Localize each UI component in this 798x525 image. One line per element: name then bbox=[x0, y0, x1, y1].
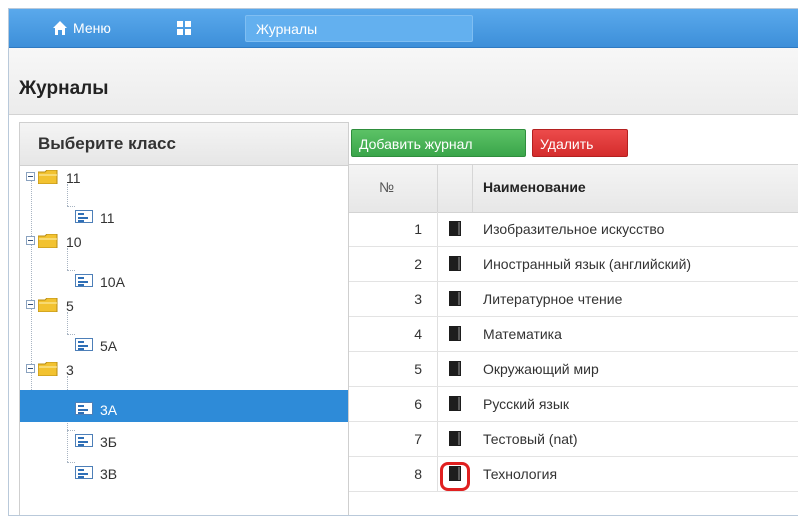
class-icon bbox=[75, 466, 93, 479]
tree-label: 3 bbox=[66, 362, 74, 378]
tree-label: 10А bbox=[100, 274, 125, 290]
tree-item-3a[interactable]: 3А bbox=[20, 390, 348, 422]
tree-item-3v[interactable]: 3В bbox=[20, 454, 348, 486]
journal-book-icon[interactable] bbox=[449, 326, 461, 341]
row-number: 1 bbox=[414, 221, 422, 237]
breadcrumb-journals[interactable]: Журналы bbox=[245, 15, 473, 42]
column-header-number[interactable]: № bbox=[379, 179, 394, 195]
folder-icon bbox=[38, 298, 58, 312]
class-selector-header: Выберите класс bbox=[20, 123, 348, 166]
tree-folder-11[interactable]: 11 bbox=[20, 166, 348, 198]
table-row[interactable]: 4 Математика bbox=[349, 317, 798, 352]
class-tree: 11 11 10 10А 5 5А 3 3А 3Б 3В bbox=[20, 166, 348, 486]
row-number: 4 bbox=[414, 326, 422, 342]
collapse-icon[interactable] bbox=[26, 236, 35, 245]
row-number: 5 bbox=[414, 361, 422, 377]
tree-label: 3В bbox=[100, 466, 118, 482]
tree-item-10a[interactable]: 10А bbox=[20, 262, 348, 294]
class-icon bbox=[75, 274, 93, 287]
journal-book-icon[interactable] bbox=[449, 256, 461, 271]
tree-item-5a[interactable]: 5А bbox=[20, 326, 348, 358]
row-name: Литературное чтение bbox=[483, 291, 623, 307]
journal-book-icon[interactable] bbox=[449, 396, 461, 411]
row-name: Окружающий мир bbox=[483, 361, 599, 377]
tree-folder-3[interactable]: 3 bbox=[20, 358, 348, 390]
tree-label: 11 bbox=[66, 170, 81, 186]
menu-link[interactable]: Меню bbox=[73, 9, 111, 47]
tree-label: 5А bbox=[100, 338, 118, 354]
class-selector-panel: Выберите класс 11 11 10 10А 5 5А 3 3А 3Б… bbox=[19, 122, 349, 515]
table-row[interactable]: 2 Иностранный язык (английский) bbox=[349, 247, 798, 282]
table-row[interactable]: 6 Русский язык bbox=[349, 387, 798, 422]
row-number: 7 bbox=[414, 431, 422, 447]
row-name: Иностранный язык (английский) bbox=[483, 256, 692, 272]
table-row[interactable]: 8 Технология bbox=[349, 457, 798, 492]
highlight-marker bbox=[440, 462, 470, 491]
tree-item-11[interactable]: 11 bbox=[20, 198, 348, 230]
folder-icon bbox=[38, 362, 58, 376]
delete-button[interactable]: Удалить bbox=[532, 129, 628, 157]
row-number: 6 bbox=[414, 396, 422, 412]
row-name: Тестовый (nat) bbox=[483, 431, 578, 447]
row-name: Изобразительное искусство bbox=[483, 221, 665, 237]
row-name: Русский язык bbox=[483, 396, 570, 412]
page-title-bar: Журналы bbox=[9, 48, 798, 115]
tree-label: 5 bbox=[66, 298, 74, 314]
home-icon[interactable] bbox=[52, 20, 68, 36]
row-number: 2 bbox=[414, 256, 422, 272]
column-header-name[interactable]: Наименование bbox=[483, 179, 586, 195]
row-number: 8 bbox=[414, 466, 422, 482]
tree-folder-10[interactable]: 10 bbox=[20, 230, 348, 262]
collapse-icon[interactable] bbox=[26, 364, 35, 373]
add-journal-button[interactable]: Добавить журнал bbox=[351, 129, 526, 157]
tree-label: 3Б bbox=[100, 434, 117, 450]
table-row[interactable]: 5 Окружающий мир bbox=[349, 352, 798, 387]
tree-label: 11 bbox=[100, 210, 115, 226]
journal-book-icon[interactable] bbox=[449, 431, 461, 446]
journal-book-icon[interactable] bbox=[449, 291, 461, 306]
grid-icon[interactable] bbox=[177, 21, 191, 35]
class-icon bbox=[75, 210, 93, 223]
tree-label: 10 bbox=[66, 234, 82, 250]
class-icon bbox=[75, 402, 93, 415]
table-header: № Наименование bbox=[349, 164, 798, 213]
table-row[interactable]: 1 Изобразительное искусство bbox=[349, 212, 798, 247]
page-title: Журналы bbox=[19, 78, 109, 99]
collapse-icon[interactable] bbox=[26, 300, 35, 309]
class-icon bbox=[75, 434, 93, 447]
class-icon bbox=[75, 338, 93, 351]
app-frame: Меню Журналы Журналы Выберите класс 11 1… bbox=[8, 8, 798, 516]
tree-label: 3А bbox=[100, 402, 118, 418]
journal-book-icon[interactable] bbox=[449, 361, 461, 376]
collapse-icon[interactable] bbox=[26, 172, 35, 181]
top-nav-bar: Меню Журналы bbox=[9, 9, 798, 48]
table-row[interactable]: 7 Тестовый (nat) bbox=[349, 422, 798, 457]
row-name: Технология bbox=[483, 466, 558, 482]
folder-icon bbox=[38, 234, 58, 248]
tree-folder-5[interactable]: 5 bbox=[20, 294, 348, 326]
table-row[interactable]: 3 Литературное чтение bbox=[349, 282, 798, 317]
journals-panel: Добавить журнал Удалить № Наименование 1… bbox=[349, 122, 798, 515]
folder-icon bbox=[38, 170, 58, 184]
tree-item-3b[interactable]: 3Б bbox=[20, 422, 348, 454]
row-number: 3 bbox=[414, 291, 422, 307]
journal-book-icon[interactable] bbox=[449, 221, 461, 236]
row-name: Математика bbox=[483, 326, 562, 342]
